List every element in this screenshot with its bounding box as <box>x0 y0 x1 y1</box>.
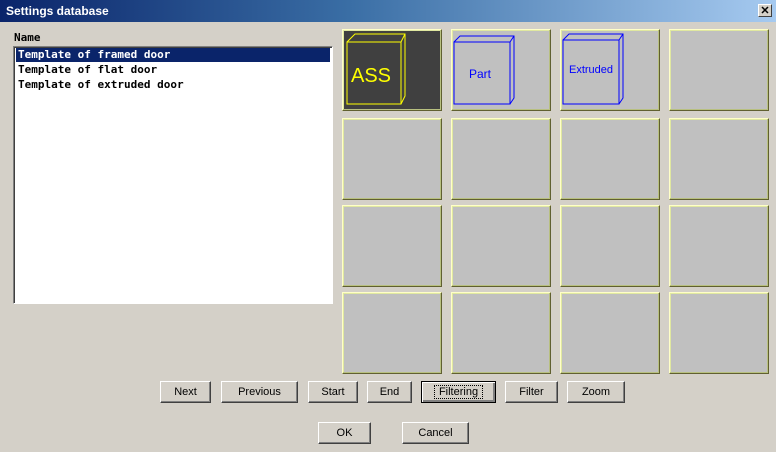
next-button[interactable]: Next <box>160 381 211 403</box>
preview-tile-empty[interactable] <box>342 118 442 200</box>
extruded-icon: Extruded <box>562 33 624 105</box>
preview-tile-part[interactable]: Part <box>451 29 551 111</box>
list-item[interactable]: Template of extruded door <box>14 78 332 92</box>
ok-button[interactable]: OK <box>318 422 371 444</box>
preview-tile-empty[interactable] <box>342 292 442 374</box>
settings-database-window: Settings database ✕ Name Template of fra… <box>0 0 776 452</box>
extruded-label: Extruded <box>569 64 613 76</box>
preview-tile-empty[interactable] <box>560 118 660 200</box>
preview-tile-empty[interactable] <box>560 292 660 374</box>
preview-tile-empty[interactable] <box>669 118 769 200</box>
list-item[interactable]: Template of framed door <box>16 48 330 62</box>
preview-tile-extruded[interactable]: Extruded <box>560 29 660 111</box>
preview-tile-empty[interactable] <box>451 118 551 200</box>
preview-tile-empty[interactable] <box>342 205 442 287</box>
template-list[interactable]: Template of framed door Template of flat… <box>13 46 333 304</box>
zoom-button[interactable]: Zoom <box>567 381 625 403</box>
filtering-button-label: Filtering <box>433 385 484 399</box>
close-button[interactable]: ✕ <box>758 4 772 17</box>
preview-tile-empty[interactable] <box>560 205 660 287</box>
ass-label: ASS <box>351 65 391 87</box>
part-icon: Part <box>453 35 515 105</box>
window-title: Settings database <box>6 4 109 18</box>
preview-tile-empty[interactable] <box>669 292 769 374</box>
preview-tile-empty[interactable] <box>451 205 551 287</box>
ass-assembly-icon: ASS <box>346 33 406 105</box>
cancel-button[interactable]: Cancel <box>402 422 469 444</box>
part-label: Part <box>469 67 492 81</box>
filtering-button[interactable]: Filtering <box>421 381 496 403</box>
title-bar: Settings database ✕ <box>0 0 776 22</box>
list-column-header: Name <box>14 31 41 44</box>
preview-tile-ass[interactable]: ASS <box>342 29 442 111</box>
preview-tile-empty[interactable] <box>669 29 769 111</box>
filter-button[interactable]: Filter <box>505 381 558 403</box>
previous-button[interactable]: Previous <box>221 381 298 403</box>
start-button[interactable]: Start <box>308 381 358 403</box>
preview-tile-empty[interactable] <box>669 205 769 287</box>
preview-tile-empty[interactable] <box>451 292 551 374</box>
end-button[interactable]: End <box>367 381 412 403</box>
list-item[interactable]: Template of flat door <box>14 63 332 77</box>
